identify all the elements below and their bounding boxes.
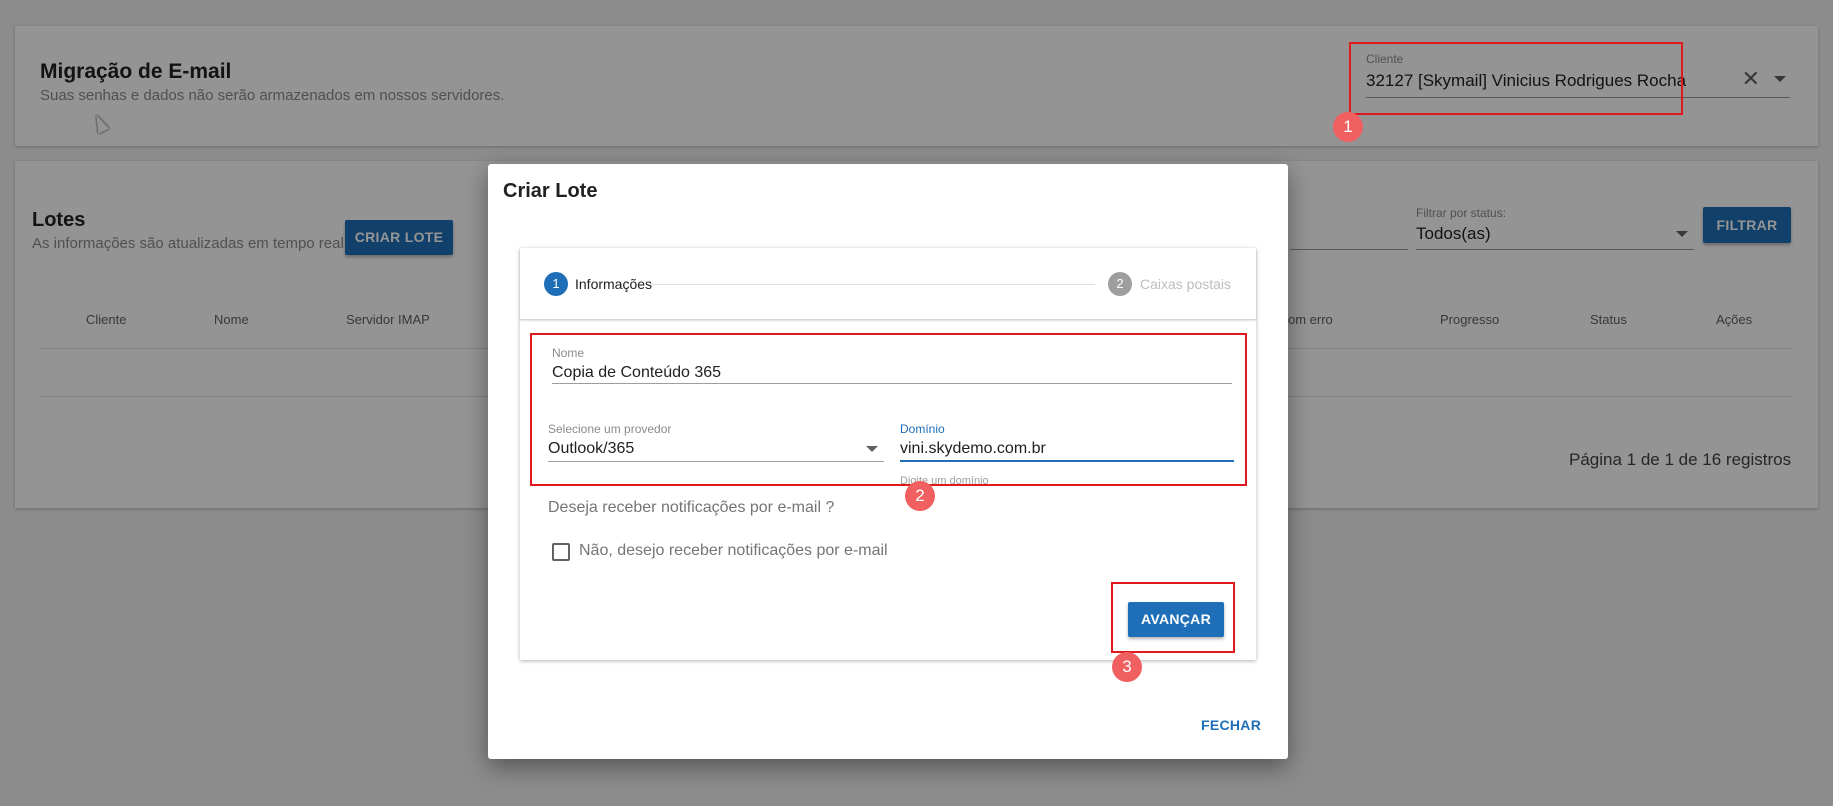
step-connector bbox=[650, 284, 1095, 285]
step-1-label[interactable]: Informações bbox=[575, 276, 652, 292]
step-2-label[interactable]: Caixas postais bbox=[1140, 276, 1231, 292]
annotation-badge-2: 2 bbox=[905, 481, 935, 511]
no-notifications-label[interactable]: Não, desejo receber notificações por e-m… bbox=[579, 542, 888, 560]
close-button[interactable]: FECHAR bbox=[1201, 717, 1261, 733]
step-2-indicator[interactable]: 2 bbox=[1108, 272, 1132, 296]
annotation-box-1 bbox=[1349, 42, 1683, 115]
dialog-title: Criar Lote bbox=[503, 180, 598, 202]
step-1-indicator[interactable]: 1 bbox=[544, 272, 568, 296]
annotation-badge-1: 1 bbox=[1333, 112, 1363, 142]
annotation-box-3 bbox=[1111, 582, 1235, 653]
no-notifications-checkbox[interactable] bbox=[552, 543, 570, 561]
notification-question: Deseja receber notificações por e-mail ? bbox=[548, 499, 835, 516]
annotation-badge-3: 3 bbox=[1112, 652, 1142, 682]
annotation-box-2 bbox=[530, 333, 1247, 486]
stepper-header: 1 Informações 2 Caixas postais bbox=[520, 248, 1256, 320]
